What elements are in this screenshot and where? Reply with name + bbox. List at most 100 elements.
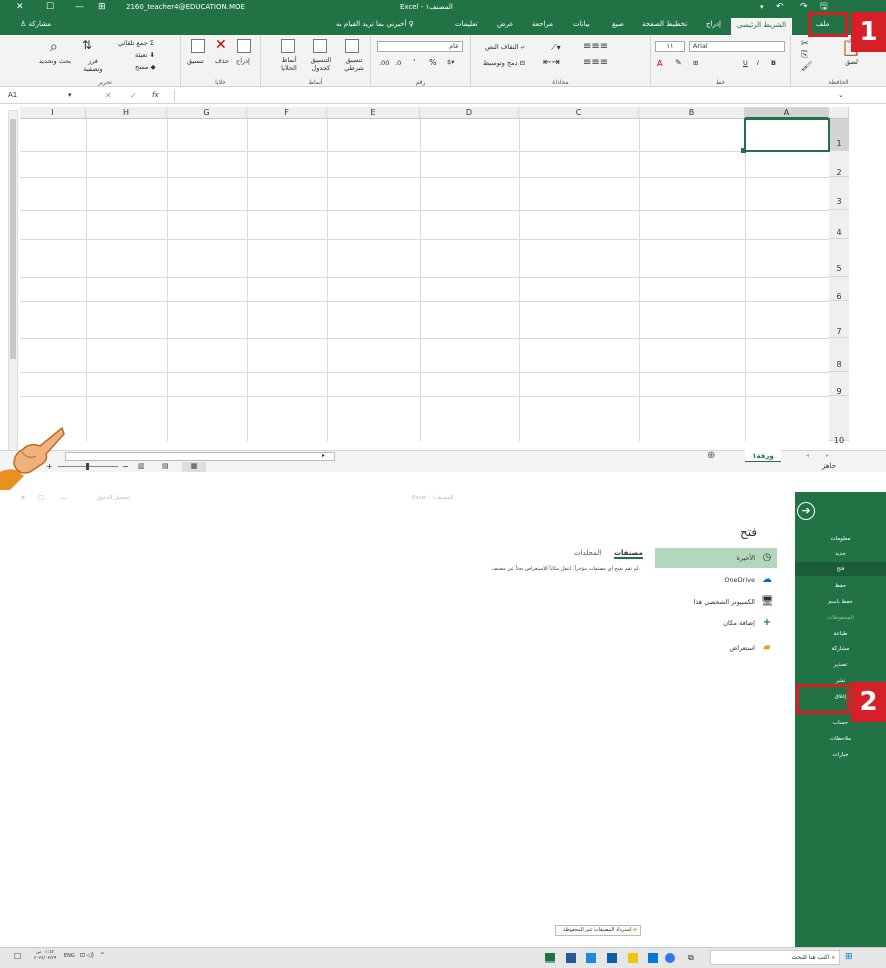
tab-data[interactable]: بيانات xyxy=(573,20,590,28)
row-header-8[interactable]: 8 xyxy=(829,338,849,372)
location-onedrive[interactable]: ☁ OneDrive xyxy=(655,570,777,590)
name-box[interactable]: A1 xyxy=(8,91,74,102)
sort-filter-icon[interactable]: ⇅ xyxy=(82,38,92,52)
tab-folders[interactable]: المجلدات xyxy=(574,549,601,557)
font-size-dropdown[interactable]: ١١ xyxy=(655,41,685,52)
tell-me-box[interactable]: أخبرني بما تريد القيام به ♀ xyxy=(336,20,414,28)
clock[interactable]: ٠١:٤٣ ص ٢٠٢٤/٠٢/٢٩ xyxy=(34,950,56,962)
row-header-4[interactable]: 4 xyxy=(829,210,849,239)
underline-button[interactable]: U xyxy=(743,59,748,67)
sidebar-item-save-as[interactable]: حفظ باسم xyxy=(795,596,886,608)
format-cells-icon[interactable] xyxy=(191,39,205,53)
network-volume-icon[interactable]: ⊡ ◁) xyxy=(80,952,94,959)
font-name-dropdown[interactable]: Arial xyxy=(689,41,785,52)
language-indicator[interactable]: ENG xyxy=(64,953,75,959)
worksheet-grid[interactable] xyxy=(0,104,886,460)
zoom-out-icon[interactable]: − xyxy=(122,462,129,471)
word-icon[interactable] xyxy=(566,953,576,963)
highlight-icon[interactable]: ✎ xyxy=(675,58,682,67)
column-header-b[interactable]: B xyxy=(639,107,745,119)
italic-button[interactable]: I xyxy=(757,59,759,67)
percent-button[interactable]: % xyxy=(429,58,437,67)
sidebar-item-new[interactable]: جديد xyxy=(795,548,886,560)
merge-center-button[interactable]: دمج وتوسيط ⊟ xyxy=(483,59,525,67)
tab-home[interactable]: الشريط الرئيسي xyxy=(731,18,793,35)
cancel-icon[interactable]: ✕ xyxy=(105,91,112,100)
start-icon[interactable]: ⊞ xyxy=(845,952,853,962)
tab-page-layout[interactable]: تخطيط الصفحة xyxy=(642,20,687,28)
tab-insert[interactable]: إدراج xyxy=(706,20,721,28)
cell-styles-button[interactable]: أنماط الخلايا xyxy=(275,56,303,72)
maximize-icon[interactable]: ☐ xyxy=(38,494,44,502)
cell-styles-icon[interactable] xyxy=(281,39,295,53)
clear-button[interactable]: مسح ◆ xyxy=(135,63,156,71)
scrollbar-thumb[interactable] xyxy=(10,119,16,359)
row-header-9[interactable]: 9 xyxy=(829,372,849,396)
edge-icon[interactable] xyxy=(586,953,596,963)
sidebar-item-info[interactable]: معلومات xyxy=(795,533,886,545)
column-header-c[interactable]: C xyxy=(519,107,639,119)
delete-cells-icon[interactable]: ✕ xyxy=(215,37,227,53)
zoom-slider-thumb[interactable] xyxy=(86,463,89,470)
taskbar-search[interactable]: اكتب هنا للبحث ⌕ xyxy=(710,950,840,965)
comma-style-button[interactable]: ٬ xyxy=(413,58,416,67)
sidebar-item-options[interactable]: خيارات xyxy=(795,749,886,761)
tab-help[interactable]: تعليمات xyxy=(455,20,478,28)
column-header-h[interactable]: H xyxy=(86,107,167,119)
paste-button[interactable]: لصق xyxy=(845,58,858,66)
undo-icon[interactable]: ↶ xyxy=(776,2,784,13)
row-header-5[interactable]: 5 xyxy=(829,239,849,277)
autosum-button[interactable]: جمع تلقائي Σ xyxy=(118,39,154,47)
insert-function-icon[interactable]: fx xyxy=(152,91,159,99)
select-all-corner[interactable] xyxy=(829,107,849,119)
formula-input[interactable] xyxy=(174,90,834,102)
location-add-place[interactable]: + إضافة مكان xyxy=(655,613,777,633)
row-header-2[interactable]: 2 xyxy=(829,151,849,177)
store-icon[interactable] xyxy=(648,953,658,963)
align-top-icon[interactable]: ≡≡≡ xyxy=(583,41,608,52)
search-icon[interactable]: ⌕ xyxy=(50,39,58,55)
font-color-button[interactable]: A xyxy=(657,59,662,68)
horizontal-scrollbar[interactable] xyxy=(65,452,335,461)
sort-filter-button[interactable]: فرز وتصفية xyxy=(78,57,108,73)
increase-decimal-button[interactable]: .0 xyxy=(395,59,401,67)
insert-button[interactable]: إدراج xyxy=(236,57,250,65)
copy-icon[interactable]: ⎘ xyxy=(801,50,808,60)
back-arrow-icon[interactable]: ➔ xyxy=(797,502,815,520)
indent-icon[interactable]: ⇤⇥ xyxy=(543,57,560,68)
fill-button[interactable]: تعبئة ⬇ xyxy=(135,51,155,59)
wrap-text-button[interactable]: التفاف النص ⤶ xyxy=(485,43,524,52)
location-recent[interactable]: ◷ الأخيرة xyxy=(655,548,777,568)
currency-icon[interactable]: $▾ xyxy=(447,58,454,66)
maximize-icon[interactable]: ☐ xyxy=(46,2,54,13)
row-header-7[interactable]: 7 xyxy=(829,301,849,338)
location-browse[interactable]: ▰ استعراض xyxy=(655,638,777,658)
name-box-dropdown-icon[interactable]: ▾ xyxy=(68,91,72,99)
account-name[interactable]: 2160_teacher4@EDUCATION.MOE xyxy=(126,3,245,11)
sidebar-item-export[interactable]: تصدير xyxy=(795,659,886,671)
borders-icon[interactable]: ⊞ xyxy=(693,59,698,67)
prev-sheet-icon[interactable]: ◂ xyxy=(806,452,809,459)
enter-icon[interactable]: ✓ xyxy=(130,91,137,100)
mail-icon[interactable] xyxy=(607,953,617,963)
format-painter-icon[interactable]: 🖌 xyxy=(801,62,812,72)
signin-link[interactable]: تسجيل الدخول xyxy=(96,495,130,501)
vertical-scrollbar[interactable] xyxy=(8,110,18,452)
sidebar-item-share[interactable]: مشاركة xyxy=(795,643,886,655)
close-icon[interactable]: ✕ xyxy=(20,494,26,502)
align-left-icon[interactable]: ≡≡≡ xyxy=(583,57,608,68)
column-header-g[interactable]: G xyxy=(167,107,247,119)
sidebar-item-save[interactable]: حفظ xyxy=(795,580,886,592)
find-select-button[interactable]: بحث وتحديد xyxy=(35,57,75,65)
sidebar-item-print[interactable]: طباعة xyxy=(795,628,886,640)
notification-icon[interactable]: ☐ xyxy=(14,952,21,961)
format-as-table-icon[interactable] xyxy=(313,39,327,53)
selected-cell-a1[interactable] xyxy=(744,118,830,152)
number-format-dropdown[interactable]: عام xyxy=(377,41,463,52)
redo-icon[interactable]: ↷ xyxy=(800,2,808,13)
conditional-formatting-icon[interactable] xyxy=(345,39,359,53)
recover-unsaved-button[interactable]: استرداد المصنفات غير المحفوظة ▰ xyxy=(555,925,641,936)
scroll-right-icon[interactable]: ▸ xyxy=(322,452,325,459)
task-view-icon[interactable]: ⧉ xyxy=(688,953,698,963)
browser-icon[interactable] xyxy=(665,953,675,963)
